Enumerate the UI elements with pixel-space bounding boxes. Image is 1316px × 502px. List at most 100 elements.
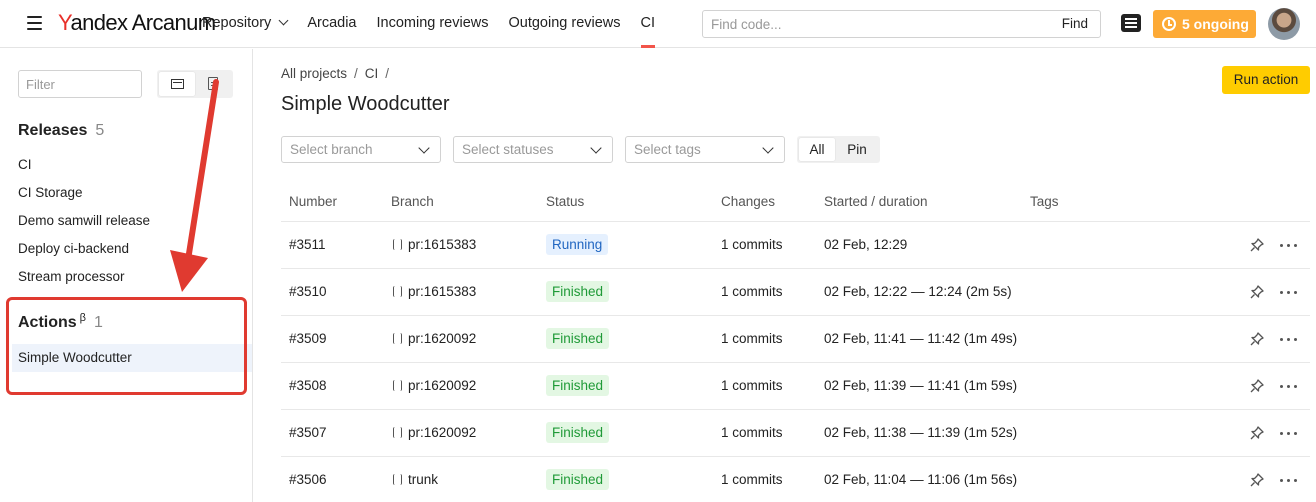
table-row[interactable]: #3508 pr:1620092 Finished 1 commits 02 Feb, … [281, 362, 1310, 409]
page-title: Simple Woodcutter [281, 93, 450, 115]
nav-incoming-reviews[interactable]: Incoming reviews [376, 0, 488, 48]
more-icon[interactable] [1280, 291, 1298, 295]
table-row[interactable]: #3506 trunk Finished 1 commits 02 Feb, 11:04… [281, 456, 1310, 502]
run-number[interactable]: #3509 [289, 331, 327, 346]
branch-icon [393, 427, 402, 438]
chevron-down-icon [762, 142, 774, 154]
status-badge: Finished [546, 281, 610, 302]
column-header[interactable]: Changes [721, 194, 775, 209]
pin-icon[interactable] [1250, 332, 1264, 346]
branch-cell: pr:1615383 [393, 284, 476, 299]
pin-icon[interactable] [1250, 379, 1264, 393]
column-header[interactable]: Number [289, 194, 337, 209]
changes-cell: 1 commits [721, 378, 783, 393]
clock-icon [1162, 17, 1176, 31]
app-logo[interactable]: Yandex Arcanum [58, 10, 216, 36]
branch-cell: pr:1615383 [393, 237, 476, 252]
nav-ci[interactable]: CI [640, 0, 655, 48]
changes-cell: 1 commits [721, 284, 783, 299]
branch-icon [393, 474, 402, 485]
run-number[interactable]: #3506 [289, 472, 327, 487]
chevron-down-icon [418, 142, 430, 154]
toggle-all[interactable]: All [799, 138, 835, 161]
table-row[interactable]: #3509 pr:1620092 Finished 1 commits 02 Feb, … [281, 315, 1310, 362]
queue-icon[interactable] [1121, 14, 1141, 32]
branch-icon [393, 333, 402, 344]
main-nav: Repository Arcadia Incoming reviews Outg… [202, 0, 675, 48]
branch-name: pr:1620092 [408, 378, 477, 393]
branch-cell: trunk [393, 472, 438, 487]
nav-outgoing-reviews[interactable]: Outgoing reviews [509, 0, 621, 48]
branch-name: pr:1620092 [408, 425, 477, 440]
more-icon[interactable] [1280, 338, 1298, 342]
status-badge: Running [546, 234, 609, 255]
pin-icon[interactable] [1250, 473, 1264, 487]
run-action-button[interactable]: Run action [1222, 66, 1310, 94]
status-badge: Finished [546, 328, 610, 349]
branch-cell: pr:1620092 [393, 331, 476, 346]
pin-icon[interactable] [1250, 285, 1264, 299]
changes-cell: 1 commits [721, 331, 783, 346]
column-header[interactable]: Tags [1030, 194, 1059, 209]
branch-select[interactable]: Select branch [281, 136, 441, 163]
top-header: Yandex Arcanum Repository Arcadia Incomi… [0, 0, 1316, 48]
nav-repository[interactable]: Repository [202, 0, 289, 48]
changes-cell: 1 commits [721, 237, 783, 252]
chevron-down-icon [590, 142, 602, 154]
table-row[interactable]: #3510 pr:1615383 Finished 1 commits 02 Feb, … [281, 268, 1310, 315]
status-badge: Finished [546, 469, 610, 490]
annotation-highlight-box [6, 297, 247, 395]
chevron-down-icon [278, 15, 289, 26]
branch-name: pr:1615383 [408, 284, 477, 299]
table-row[interactable]: #3511 pr:1615383 Running 1 commits 02 Feb, 1… [281, 221, 1310, 268]
branch-name: trunk [408, 472, 439, 487]
breadcrumb: All projects / CI / [281, 66, 396, 81]
branch-icon [393, 239, 402, 250]
toggle-pin[interactable]: Pin [837, 138, 877, 161]
branch-cell: pr:1620092 [393, 378, 476, 393]
breadcrumb-ci[interactable]: CI [365, 66, 379, 81]
breadcrumb-all-projects[interactable]: All projects [281, 66, 347, 81]
statuses-select[interactable]: Select statuses [453, 136, 613, 163]
more-icon[interactable] [1280, 432, 1298, 436]
run-number[interactable]: #3510 [289, 284, 327, 299]
pin-icon[interactable] [1250, 426, 1264, 440]
tags-select[interactable]: Select tags [625, 136, 785, 163]
started-duration-cell: 02 Feb, 11:04 — 11:06 (1m 56s) [824, 472, 1018, 487]
avatar[interactable] [1268, 8, 1300, 40]
pin-icon[interactable] [1250, 238, 1264, 252]
run-number[interactable]: #3511 [289, 237, 326, 252]
find-button[interactable]: Find [1062, 16, 1088, 31]
table-row[interactable]: #3507 pr:1620092 Finished 1 commits 02 Feb, … [281, 409, 1310, 456]
status-badge: Finished [546, 422, 610, 443]
started-duration-cell: 02 Feb, 11:41 — 11:42 (1m 49s) [824, 331, 1018, 346]
run-number[interactable]: #3507 [289, 425, 327, 440]
branch-icon [393, 380, 402, 391]
changes-cell: 1 commits [721, 425, 783, 440]
filter-input[interactable] [18, 70, 142, 98]
changes-cell: 1 commits [721, 472, 783, 487]
run-number[interactable]: #3508 [289, 378, 327, 393]
started-duration-cell: 02 Feb, 12:29 [824, 237, 908, 252]
nav-arcadia[interactable]: Arcadia [307, 0, 356, 48]
releases-heading: Releases 5 [18, 122, 105, 139]
column-header[interactable]: Status [546, 194, 584, 209]
menu-icon[interactable] [27, 16, 42, 30]
annotation-arrow [170, 79, 219, 292]
branch-name: pr:1620092 [408, 331, 477, 346]
branch-name: pr:1615383 [408, 237, 477, 252]
more-icon[interactable] [1280, 479, 1298, 483]
status-badge: Finished [546, 375, 610, 396]
ongoing-button[interactable]: 5 ongoing [1153, 10, 1256, 38]
breadcrumb-separator: / [354, 66, 358, 81]
branch-cell: pr:1620092 [393, 425, 476, 440]
column-header[interactable]: Branch [391, 194, 434, 209]
more-icon[interactable] [1280, 244, 1298, 248]
more-icon[interactable] [1280, 385, 1298, 389]
started-duration-cell: 02 Feb, 11:38 — 11:39 (1m 52s) [824, 425, 1018, 440]
started-duration-cell: 02 Feb, 11:39 — 11:41 (1m 59s) [824, 378, 1018, 393]
column-header[interactable]: Started / duration [824, 194, 928, 209]
search-input[interactable] [703, 11, 1043, 37]
breadcrumb-separator: / [385, 66, 390, 81]
branch-icon [393, 286, 402, 297]
